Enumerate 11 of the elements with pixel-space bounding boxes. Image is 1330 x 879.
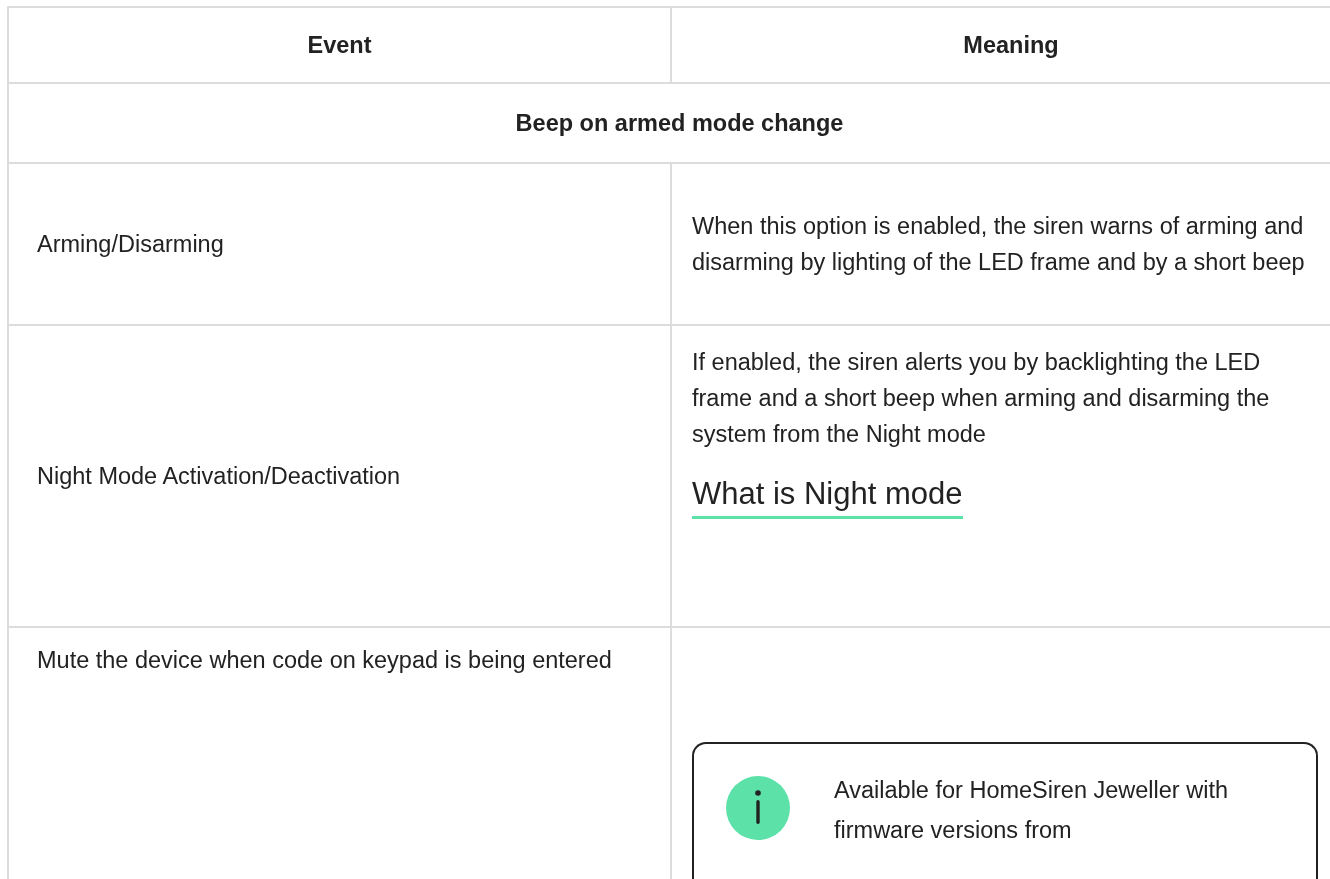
event-cell: Night Mode Activation/Deactivation xyxy=(8,325,671,627)
event-cell: Mute the device when code on keypad is being entered xyxy=(8,627,671,879)
event-cell: Arming/Disarming xyxy=(8,163,671,325)
meaning-text: If enabled, the siren alerts you by backlighting the LED frame and a short beep when arming and disarming the system from the Night mode xyxy=(692,348,1271,449)
section-heading: Beep on armed mode change xyxy=(8,83,1330,163)
info-icon xyxy=(726,776,790,840)
meaning-text: When this option is enabled, the siren warns of arming and disarming by lighting of the LED frame and by a short beep xyxy=(692,212,1306,277)
column-header: Event xyxy=(8,7,671,83)
night-mode-link[interactable]: What is Night mode xyxy=(692,476,963,519)
note-text: Available for HomeSiren Jeweller with firmware versions from xyxy=(834,776,1229,845)
column-header: Meaning xyxy=(671,7,1330,83)
